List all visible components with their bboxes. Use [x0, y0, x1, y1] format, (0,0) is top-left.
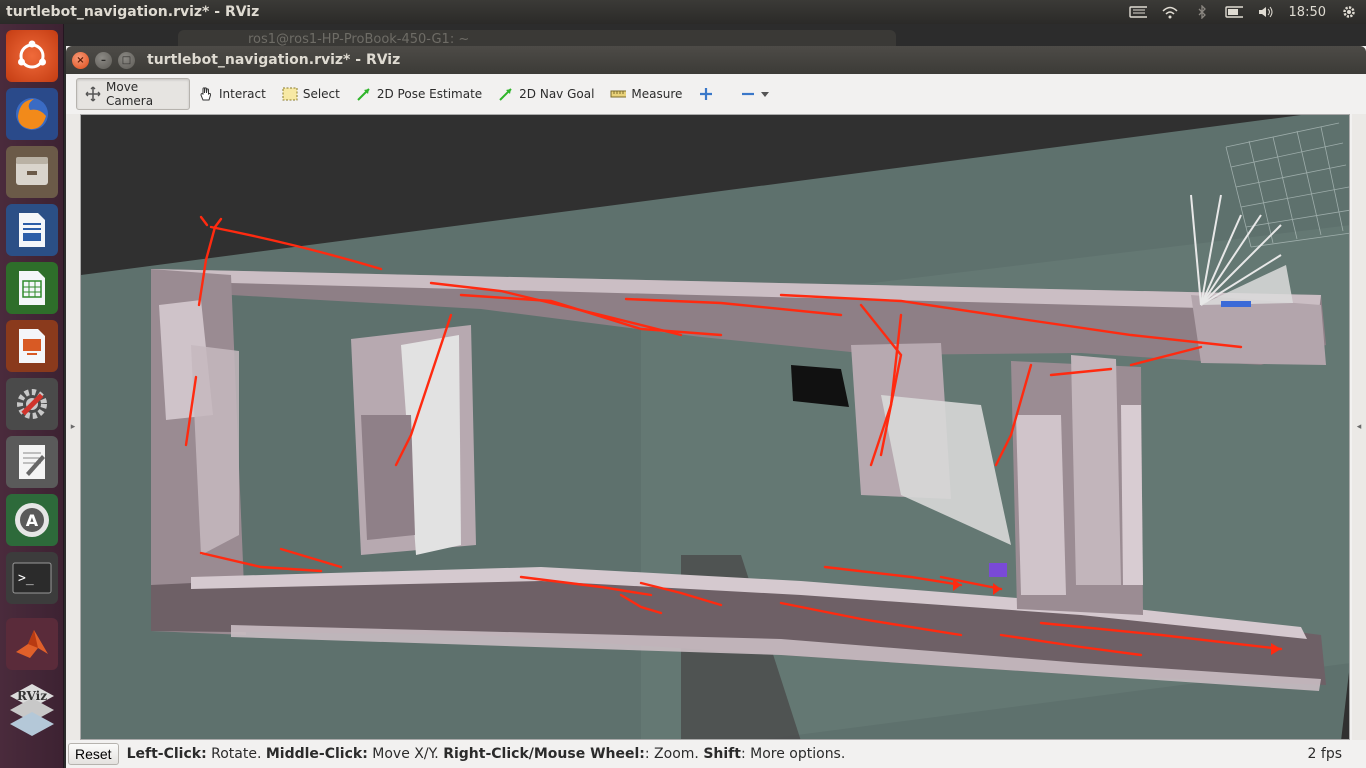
keyboard-icon[interactable] — [1128, 5, 1147, 19]
move-camera-icon — [85, 86, 101, 102]
measure-button[interactable]: Measure — [602, 78, 690, 110]
terminal-icon[interactable]: >_ — [6, 552, 58, 604]
minimize-icon[interactable]: – — [95, 51, 112, 69]
nav-goal-label: 2D Nav Goal — [519, 87, 595, 101]
hint-right-click-key: Right-Click/Mouse Wheel: — [443, 746, 645, 762]
right-panel-toggle[interactable]: ◂ — [1352, 114, 1366, 740]
right-pillar-3 — [1121, 405, 1143, 585]
status-bar: Reset Left-Click: Rotate. Middle-Click: … — [66, 740, 1366, 768]
close-icon[interactable]: × — [72, 51, 89, 69]
measure-label: Measure — [631, 87, 683, 101]
top-panel: turtlebot_navigation.rviz* - RViz 18:50 — [0, 0, 1366, 24]
rviz-icon[interactable]: RViz — [6, 674, 58, 742]
hint-middle-click-key: Middle-Click: — [265, 746, 368, 762]
plus-icon — [698, 86, 714, 102]
interact-button[interactable]: Interact — [190, 78, 274, 110]
clock[interactable]: 18:50 — [1289, 5, 1326, 20]
robot-marker — [1221, 301, 1251, 307]
minus-icon — [740, 86, 756, 102]
hint-middle-click-val: Move X/Y. — [367, 746, 444, 762]
right-pillar-2 — [1071, 355, 1121, 585]
matlab-icon[interactable] — [6, 618, 58, 670]
maximize-icon[interactable]: □ — [118, 51, 135, 69]
green-arrow-icon — [356, 86, 372, 102]
hand-pointer-icon — [198, 86, 214, 102]
status-hint: Left-Click: Rotate. Middle-Click: Move X… — [127, 746, 846, 762]
text-editor-icon[interactable] — [6, 436, 58, 488]
point-cloud-scene — [81, 115, 1349, 739]
tools-toolbar: Move Camera Interact Select 2D Pose Esti… — [66, 74, 1366, 114]
ruler-icon — [610, 86, 627, 102]
rviz-window: × – □ turtlebot_navigation.rviz* - RViz … — [66, 46, 1366, 768]
title-bar[interactable]: × – □ turtlebot_navigation.rviz* - RViz — [66, 46, 1366, 74]
3d-viewport[interactable] — [80, 114, 1350, 740]
software-updater-icon[interactable]: A — [6, 494, 58, 546]
window-title: turtlebot_navigation.rviz* - RViz — [147, 52, 401, 68]
svg-text:A: A — [26, 511, 39, 530]
active-window-title: turtlebot_navigation.rviz* - RViz — [6, 4, 260, 20]
green-arrow-icon — [498, 86, 514, 102]
move-camera-label: Move Camera — [106, 80, 154, 108]
svg-text:>_: >_ — [18, 571, 34, 586]
nav-goal-button[interactable]: 2D Nav Goal — [490, 78, 602, 110]
indicator-area: 18:50 — [1128, 5, 1366, 20]
chevron-down-icon — [761, 87, 770, 101]
right-pillar-1 — [1016, 415, 1066, 595]
black-void — [791, 365, 849, 407]
system-settings-icon[interactable] — [6, 378, 58, 430]
hint-right-click-val: : Zoom. — [644, 746, 704, 762]
bluetooth-icon[interactable] — [1193, 5, 1211, 19]
remove-tool-button[interactable] — [732, 78, 777, 110]
svg-text:RViz: RViz — [17, 689, 47, 703]
right-corner-wall — [1191, 295, 1326, 365]
select-rect-icon — [282, 86, 298, 102]
select-label: Select — [302, 87, 340, 101]
battery-icon[interactable] — [1224, 5, 1243, 19]
ubuntu-dash-icon[interactable] — [6, 30, 58, 82]
left-panel-toggle[interactable]: ▸ — [66, 114, 80, 740]
pose-estimate-label: 2D Pose Estimate — [376, 87, 483, 101]
calc-icon[interactable] — [6, 262, 58, 314]
inner-block-shadow — [361, 415, 415, 540]
desktop: turtlebot_navigation.rviz* - RViz 18:50 — [0, 0, 1366, 768]
interact-label: Interact — [219, 87, 266, 101]
add-tool-button[interactable] — [690, 78, 722, 110]
select-button[interactable]: Select — [274, 78, 348, 110]
volume-icon[interactable] — [1257, 5, 1275, 19]
reset-button[interactable]: Reset — [68, 743, 119, 765]
render-area: ▸ ◂ — [66, 114, 1366, 740]
wifi-icon[interactable] — [1161, 5, 1179, 19]
goal-marker — [989, 563, 1007, 577]
firefox-icon[interactable] — [6, 88, 58, 140]
launcher: A >_ RViz — [0, 24, 64, 768]
hint-left-click-val: Rotate. — [206, 746, 266, 762]
gear-icon[interactable] — [1340, 5, 1358, 19]
hint-left-click-key: Left-Click: — [126, 746, 207, 762]
move-camera-button[interactable]: Move Camera — [76, 78, 190, 110]
impress-icon[interactable] — [6, 320, 58, 372]
hint-shift-key: Shift — [703, 746, 741, 762]
writer-icon[interactable] — [6, 204, 58, 256]
pose-estimate-button[interactable]: 2D Pose Estimate — [348, 78, 490, 110]
hint-shift-val: : More options. — [740, 746, 846, 762]
background-window-title: ros1@ros1-HP-ProBook-450-G1: ~ — [248, 32, 470, 47]
fps-counter: 2 fps — [1307, 746, 1342, 762]
files-icon[interactable] — [6, 146, 58, 198]
